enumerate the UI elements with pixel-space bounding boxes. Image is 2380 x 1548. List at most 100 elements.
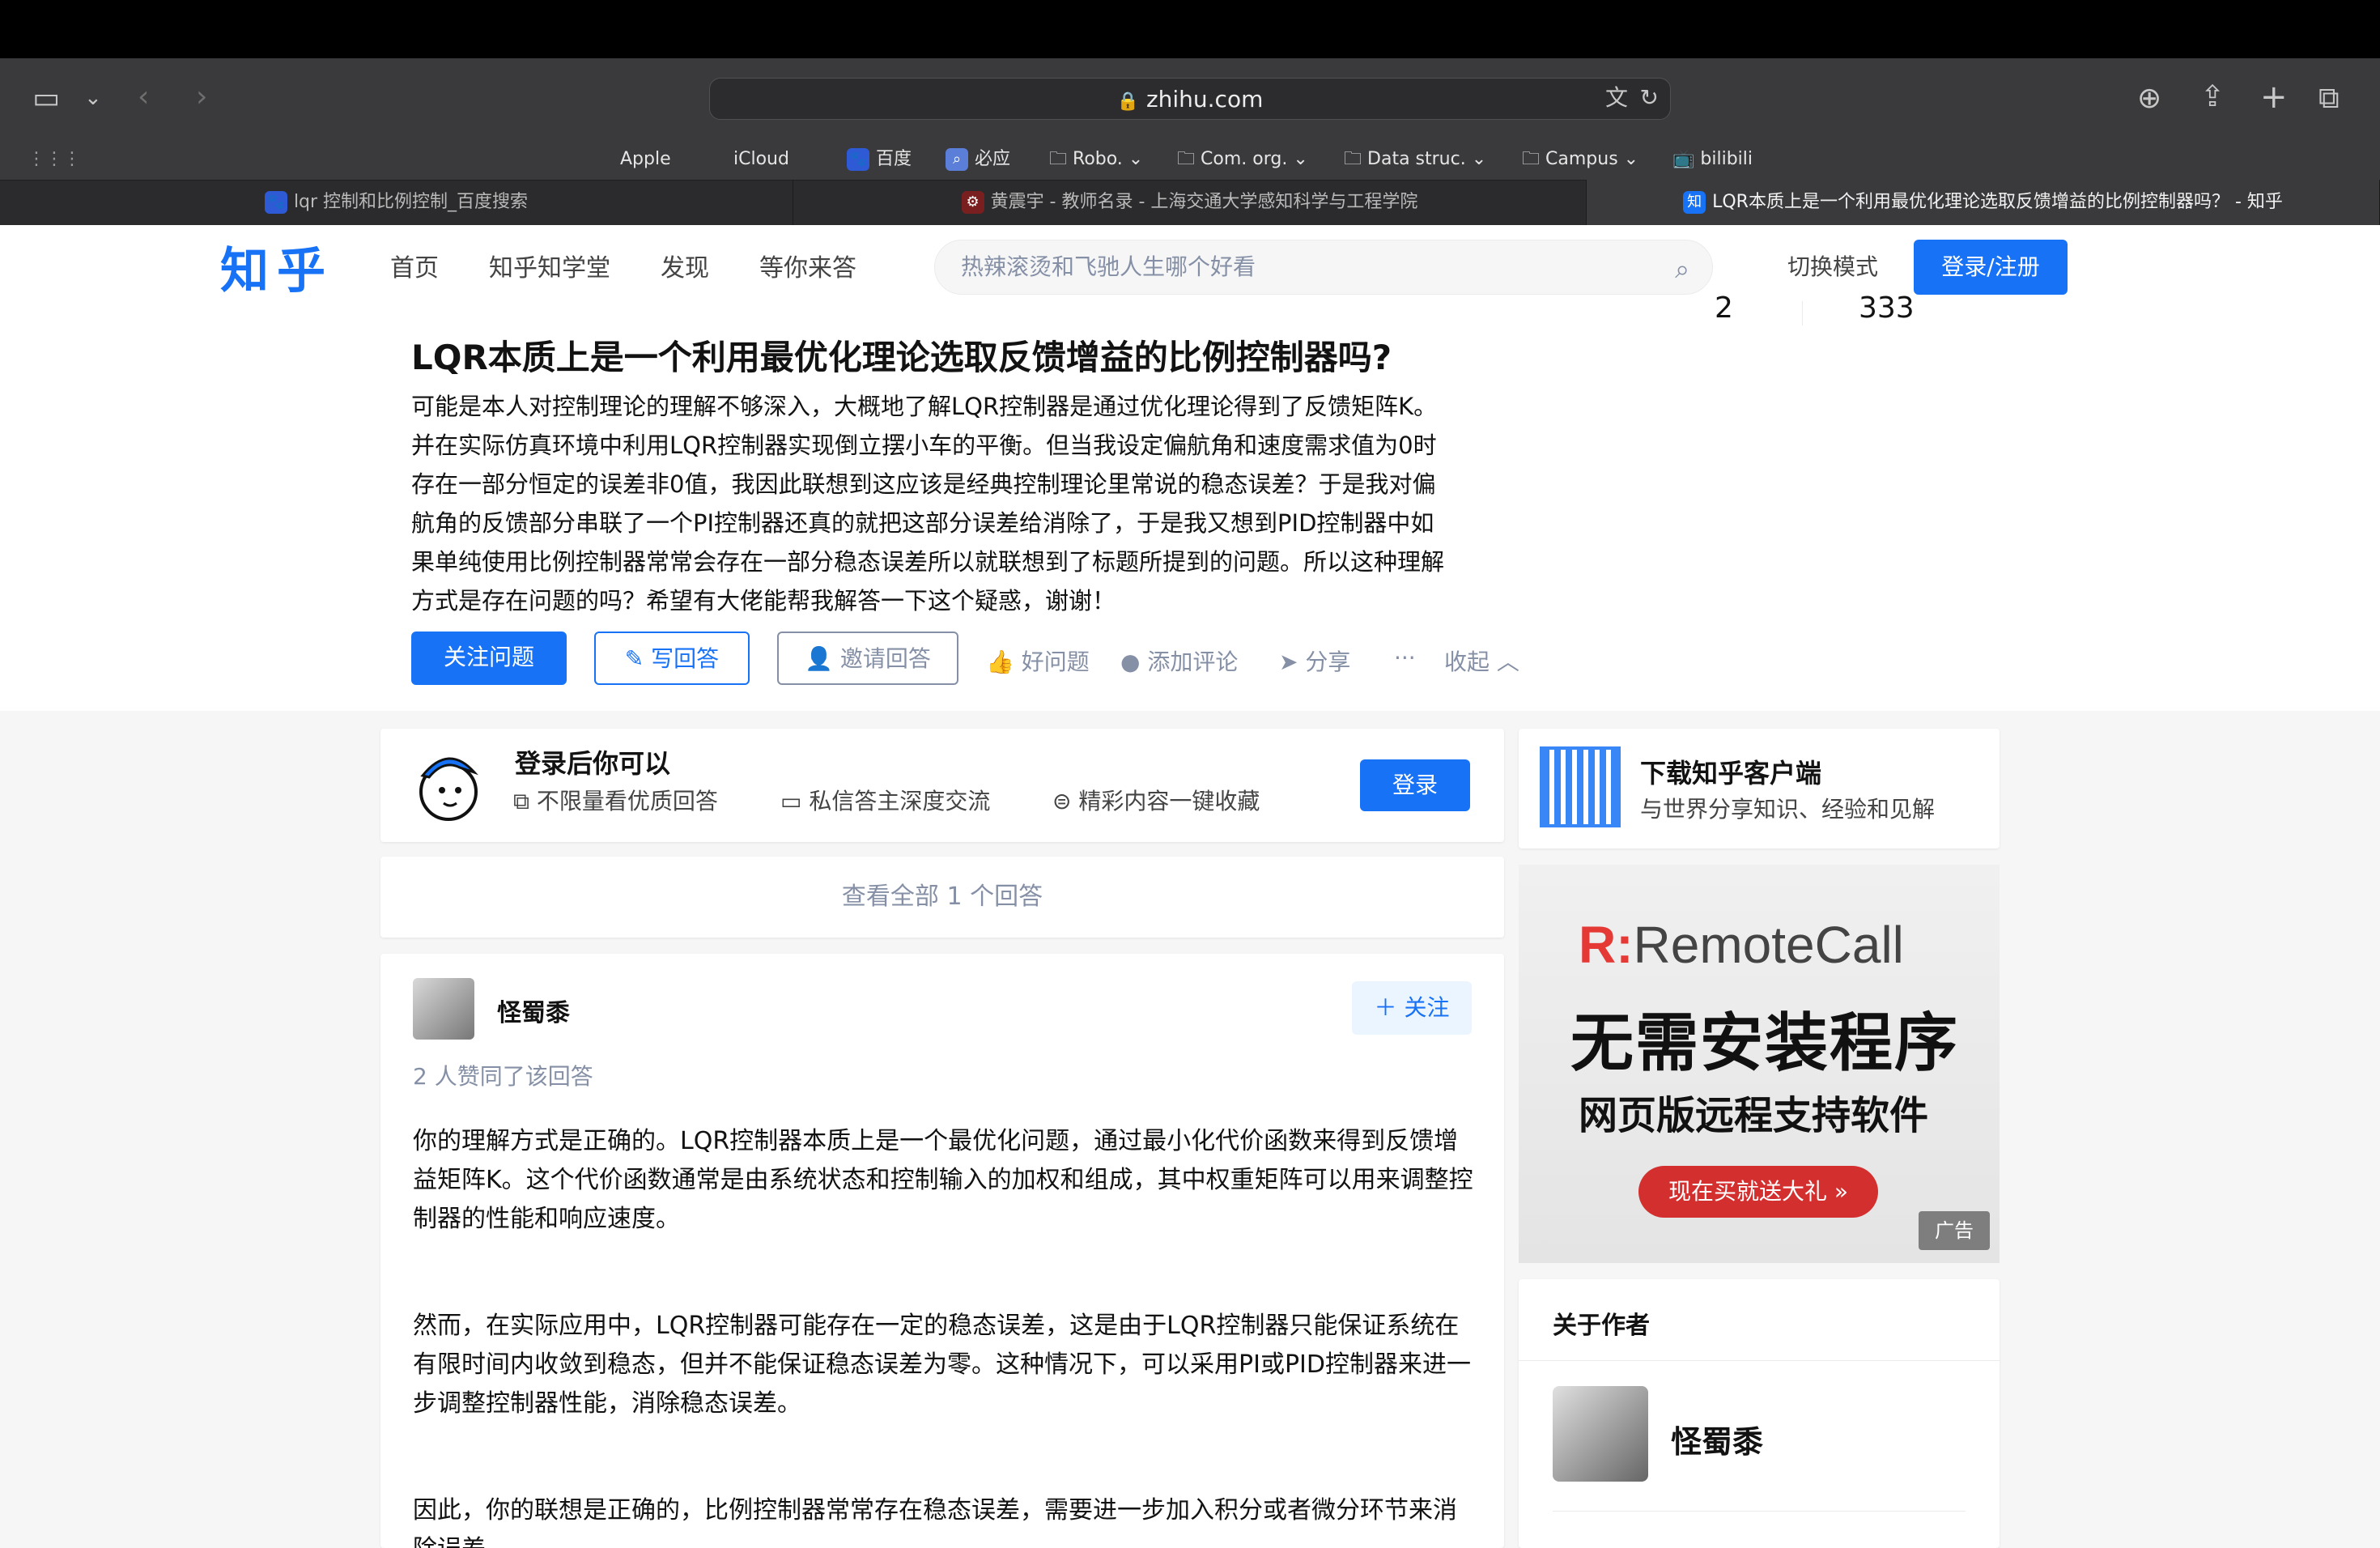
bookmark-folder-data-struc[interactable]: 🗀 Data struc. ⌄ [1344, 139, 1486, 180]
collapse-label: 收起 [1444, 649, 1490, 675]
answer-paragraph: 因此，你的联想是正确的，比例控制器常常存在稳态误差，需要进一步加入积分或者微分环… [413, 1496, 1457, 1548]
invite-answer-button[interactable]: 👤 邀请回答 [777, 632, 958, 685]
ad-cta-button[interactable]: 现在买就送大礼 » [1638, 1166, 1878, 1218]
add-comment-button[interactable]: ● 添加评论 [1120, 644, 1238, 677]
folder-icon: 🗀 [1049, 149, 1068, 169]
tab-title: lqr 控制和比例控制_百度搜索 [293, 192, 529, 212]
nav-waiting-answers[interactable]: 等你来答 [759, 248, 856, 283]
zhihu-logo[interactable]: 知乎 [220, 232, 334, 302]
invite-answer-label: 邀请回答 [839, 645, 931, 672]
bookmark-baidu[interactable]: 🐾 百度 [847, 139, 912, 180]
bookmark-label: bilibili [1700, 149, 1753, 169]
add-comment-label: 添加评论 [1147, 649, 1239, 675]
description-line: 并在实际仿真环境中利用LQR控制器实现倒立摆小车的平衡。但当我设定偏航角和速度需… [411, 432, 1437, 459]
share-icon[interactable]: ⇪ [2200, 83, 2225, 112]
about-author-title: 关于作者 [1553, 1312, 1650, 1340]
system-menubar [0, 0, 2380, 58]
search-input[interactable]: 热辣滚烫和飞驰人生哪个好看 ⌕ [934, 240, 1713, 295]
folder-icon: 🗀 [1522, 149, 1541, 169]
tab-sjtu[interactable]: ⚙ 黄震宇 - 教师名录 - 上海交通大学感知科学与工程学院 [793, 180, 1587, 225]
good-question-button[interactable]: 👍 好问题 [986, 644, 1090, 677]
nav-home[interactable]: 首页 [390, 248, 439, 283]
nav-zhixuetang[interactable]: 知乎知学堂 [489, 248, 610, 283]
divider [1519, 1360, 2000, 1361]
bing-icon: ⌕ [946, 148, 968, 171]
answer-paragraph: 然而，在实际应用中，LQR控制器可能存在一定的稳态误差，这是由于LQR控制器只能… [413, 1312, 1471, 1418]
search-icon[interactable]: ⌕ [1675, 253, 1689, 285]
bookmark-folder-campus[interactable]: 🗀 Campus ⌄ [1522, 139, 1638, 180]
thumbs-up-icon: 👍 [986, 649, 1014, 675]
tab-zhihu[interactable]: 知 LQR本质上是一个利用最优化理论选取反馈增益的比例控制器吗？ - 知乎 [1587, 180, 2380, 225]
switch-mode-link[interactable]: 切换模式 [1787, 249, 1878, 282]
bilibili-icon: 📺 [1672, 149, 1695, 169]
tab-title: 黄震宇 - 教师名录 - 上海交通大学感知科学与工程学院 [990, 192, 1418, 212]
login-prompt-title: 登录后你可以 [515, 748, 671, 779]
agree-count: 2 人赞同了该回答 [413, 1063, 593, 1090]
copy-icon: ⧉ [513, 788, 529, 814]
login-feature-message: ▭ 私信答主深度交流 [780, 784, 990, 816]
comment-icon: ● [1120, 649, 1141, 675]
author-name[interactable]: 怪蜀黍 [497, 993, 570, 1028]
share-label: 分享 [1305, 649, 1351, 675]
address-bar[interactable]: 🔒 zhihu.com 文 ↻ [709, 78, 1671, 120]
bookmark-apple[interactable]: Apple [620, 139, 671, 180]
tab-overview-icon[interactable]: ⧉ [2318, 84, 2340, 113]
view-count: 333 [1859, 291, 1915, 325]
description-line: 果单纯使用比例控制器常常会存在一部分稳态误差所以就联想到了标题所提到的问题。所以… [411, 548, 1445, 576]
bookmark-folder-com-org[interactable]: 🗀 Com. org. ⌄ [1177, 139, 1308, 180]
stat-divider [1802, 301, 1803, 325]
bookmark-label: Apple [620, 149, 671, 169]
bookmark-icloud[interactable]: iCloud [733, 139, 789, 180]
login-feature-unlimited: ⧉ 不限量看优质回答 [513, 784, 718, 816]
url-text: 🔒 zhihu.com [710, 79, 1670, 121]
plus-icon: ＋ [1374, 994, 1397, 1021]
reload-icon[interactable]: ↻ [1640, 87, 1659, 109]
collapse-button[interactable]: 收起 ︿ [1444, 644, 1519, 677]
app-download-title: 下载知乎客户端 [1640, 758, 1822, 789]
ad-cta-label: 现在买就送大礼 [1668, 1178, 1827, 1205]
double-chevron-icon: » [1834, 1178, 1849, 1205]
follow-author-button[interactable]: ＋ 关注 [1352, 981, 1472, 1035]
bookmark-label: Campus [1545, 149, 1618, 169]
sidebar-toggle-icon[interactable]: ▭ [32, 84, 60, 113]
app-download-subtitle: 与世界分享知识、经验和见解 [1640, 796, 1936, 823]
more-button[interactable]: ··· [1394, 644, 1416, 671]
bookmark-bilibili[interactable]: 📺 bilibili [1672, 139, 1753, 180]
share-button[interactable]: ➤ 分享 [1279, 644, 1350, 677]
write-answer-button[interactable]: ✎ 写回答 [594, 632, 750, 685]
apps-grid-icon[interactable]: ⋮⋮⋮ [28, 139, 81, 180]
description-line: 方式是存在问题的吗？希望有大佬能帮我解答一下这个疑惑，谢谢！ [411, 587, 1116, 615]
ad-subline: 网页版远程支持软件 [1579, 1093, 1929, 1138]
view-all-answers-link[interactable]: 查看全部 1 个回答 [380, 857, 1504, 938]
share-arrow-icon: ➤ [1279, 649, 1298, 675]
about-author-name[interactable]: 怪蜀黍 [1671, 1417, 1763, 1461]
follow-question-button[interactable]: 关注问题 [411, 632, 567, 685]
collect-icon: ⊜ [1052, 788, 1072, 814]
baidu-icon: 🐾 [264, 191, 287, 214]
feature-label: 私信答主深度交流 [809, 788, 991, 814]
forward-icon[interactable]: › [196, 83, 207, 112]
tab-baidu-search[interactable]: 🐾 lqr 控制和比例控制_百度搜索 [0, 180, 793, 225]
answer-paragraph: 你的理解方式是正确的。LQR控制器本质上是一个最优化问题，通过最小化代价函数来得… [413, 1127, 1473, 1233]
nav-discover[interactable]: 发现 [661, 248, 709, 283]
follow-label: 关注 [1404, 994, 1450, 1021]
feature-label: 精彩内容一键收藏 [1078, 788, 1260, 814]
login-button[interactable]: 登录 [1360, 759, 1470, 811]
author-avatar[interactable] [413, 978, 474, 1040]
download-icon[interactable]: ⊕ [2137, 84, 2161, 113]
back-icon[interactable]: ‹ [138, 83, 149, 112]
bookmark-label: 必应 [975, 149, 1011, 169]
chevron-down-icon[interactable]: ⌄ [84, 87, 102, 108]
about-author-avatar[interactable] [1553, 1386, 1648, 1482]
sjtu-icon: ⚙ [961, 191, 984, 214]
bookmark-label: Com. org. [1201, 149, 1288, 169]
login-register-button[interactable]: 登录/注册 [1914, 240, 2068, 295]
new-tab-icon[interactable]: + [2260, 81, 2288, 113]
pencil-icon: ✎ [624, 645, 644, 672]
divider [1553, 1511, 1966, 1512]
bookmark-bing[interactable]: ⌕ 必应 [946, 139, 1010, 180]
bookmark-folder-robo[interactable]: 🗀 Robo. ⌄ [1049, 139, 1143, 180]
description-line: 存在一部分恒定的误差非0值，我因此联想到这应该是经典控制理论里常说的稳态误差？于… [411, 470, 1436, 498]
question-title: LQR本质上是一个利用最优化理论选取反馈增益的比例控制器吗? [411, 338, 1392, 377]
translate-icon[interactable]: 文 [1605, 87, 1628, 109]
